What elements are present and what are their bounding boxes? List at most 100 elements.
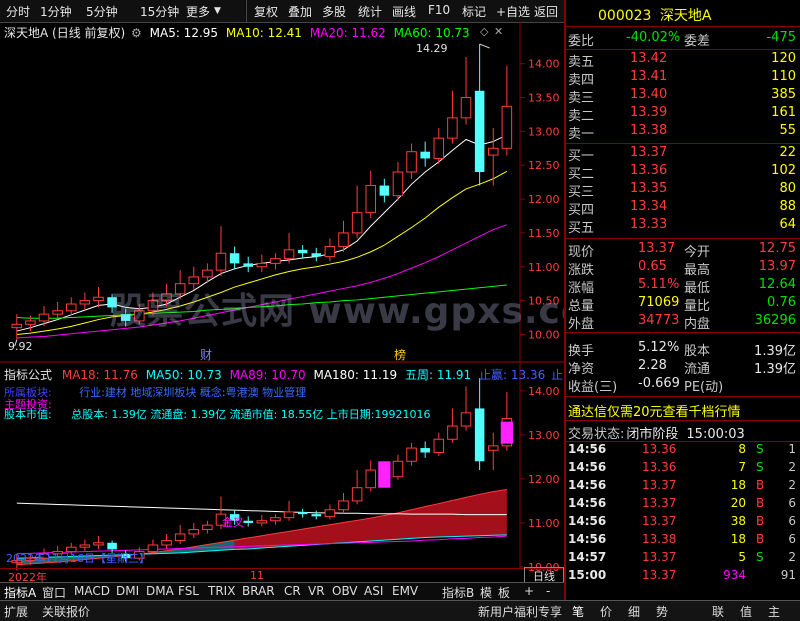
stat-label: 流通	[684, 362, 711, 377]
candle-body	[311, 253, 322, 257]
promo-link[interactable]: 新用户福利专享	[478, 603, 562, 620]
date-label: 2022年11月16日【星期三】	[6, 552, 150, 565]
stat-row: 净资 2.28 流通 1.39亿	[566, 358, 800, 377]
tab-indicator-a[interactable]: 指标A	[4, 584, 36, 601]
tick-side: B	[756, 478, 765, 492]
tab-15min[interactable]: 15分钟	[140, 3, 179, 20]
tab-dmi[interactable]: DMI	[116, 584, 139, 598]
sell-volume: 385	[771, 87, 796, 102]
stat-row: 收益(三) -0.669 PE(动)	[566, 376, 800, 395]
tab-1min[interactable]: 1分钟	[40, 3, 72, 20]
candle-body	[392, 460, 404, 478]
tick-row: 14:56 13.37 20 B 6	[566, 496, 800, 514]
mark-button[interactable]: 标记	[462, 3, 486, 20]
tab-minute[interactable]: 分时	[6, 3, 30, 20]
trade-status-row: 交易状态: 闭市阶段 15:00:03	[568, 423, 745, 442]
ma50-label: MA50: 10.73	[145, 368, 222, 382]
stock-name: 深天地A	[659, 8, 712, 24]
zoom-out-button[interactable]: -	[546, 584, 550, 598]
overlay-button[interactable]: 叠加	[288, 3, 312, 20]
diamond-icon[interactable]: ◇	[480, 25, 488, 38]
cap-text: 总股本: 1.39亿 流通盘: 1.39亿 流通市值: 18.55亿 上市日期:…	[71, 408, 431, 421]
trend-icon[interactable]: 势	[656, 603, 668, 620]
chevron-down-icon[interactable]: ▼	[214, 6, 221, 16]
rank-marker[interactable]: 榜	[394, 348, 406, 362]
upgrade-ad[interactable]: 通达信仅需20元查看千档行情	[568, 401, 741, 420]
candle-body	[215, 252, 227, 271]
tab-brar[interactable]: BRAR	[242, 584, 275, 598]
stat-row: 现价 13.37 今开 12.75	[566, 241, 800, 260]
tab-vr[interactable]: VR	[308, 584, 325, 598]
draw-button[interactable]: 画线	[392, 3, 416, 20]
value-icon[interactable]: 值	[740, 603, 752, 620]
footer-bar: 扩展 关联报价 新用户福利专享 笔 价 细 势 联 值 主	[0, 600, 800, 621]
tick-row: 14:56 13.38 18 B 6	[566, 532, 800, 550]
buy-volume: 102	[771, 163, 796, 178]
tab-more[interactable]: 更多	[186, 3, 210, 20]
stat-value: 1.39亿	[754, 344, 796, 359]
link-icon[interactable]: 联	[712, 603, 724, 620]
close-icon[interactable]: ✕	[494, 25, 503, 38]
candle-body	[406, 447, 417, 462]
tab-cr[interactable]: CR	[284, 584, 301, 598]
y-tick-label: 13.00	[528, 429, 560, 442]
detail-icon[interactable]: 细	[628, 603, 640, 620]
tab-fsl[interactable]: FSL	[178, 584, 199, 598]
tab-macd[interactable]: MACD	[74, 584, 110, 598]
zoom-in-button[interactable]: +	[524, 584, 534, 598]
tick-volume: 934	[723, 568, 746, 582]
tab-5min[interactable]: 5分钟	[86, 3, 118, 20]
tab-emv[interactable]: EMV	[392, 584, 418, 598]
chart-title: 深天地A (日线 前复权)	[4, 26, 126, 40]
sub-chart-legend: 指标公式 MA18: 11.76 MA50: 10.73 MA89: 10.70…	[4, 366, 563, 383]
price-icon[interactable]: 价	[600, 603, 612, 620]
finance-marker[interactable]: 财	[200, 348, 212, 362]
candle-body	[433, 438, 445, 453]
tab-trix[interactable]: TRIX	[208, 584, 235, 598]
buy-price: 13.36	[630, 163, 668, 178]
stat-row: 总量 71069 量比 0.76	[566, 295, 800, 314]
tab-board[interactable]: 板	[498, 584, 510, 601]
adjust-button[interactable]: 复权	[254, 3, 278, 20]
sell-label: 卖三	[568, 91, 595, 106]
indicator-tab-bar: 指标A 窗口 MACD DMI DMA FSL TRIX BRAR CR VR …	[0, 582, 564, 601]
ratio-row: 委比 -40.02% 委差 -475	[566, 30, 800, 49]
sell-label: 卖二	[568, 109, 595, 124]
tick-volume: 20	[730, 496, 746, 510]
tab-asi[interactable]: ASI	[364, 584, 383, 598]
stat-value: 36296	[754, 313, 796, 328]
tick-time: 14:56	[568, 460, 607, 474]
f10-button[interactable]: F10	[428, 3, 450, 17]
stat-value: 12.75	[758, 241, 796, 256]
time-axis: 2022年 11	[0, 568, 564, 584]
main-icon[interactable]: 主	[768, 603, 780, 620]
back-button[interactable]: 返回	[534, 3, 558, 20]
stat-label: PE(动)	[684, 380, 724, 395]
tab-window[interactable]: 窗口	[42, 584, 66, 601]
tab-obv[interactable]: OBV	[332, 584, 358, 598]
tab-indicator-b[interactable]: 指标B	[442, 584, 474, 601]
buy-volume: 80	[779, 181, 796, 196]
y-tick-label: 12.00	[528, 193, 560, 206]
tick-row: 14:57 13.37 5 S 2	[566, 550, 800, 568]
related-quotes-button[interactable]: 关联报价	[42, 603, 90, 620]
period-label[interactable]: 日线	[524, 567, 564, 583]
ma60-label: MA60: 10.73	[393, 26, 470, 40]
candle-body	[406, 151, 417, 173]
sell-row: 卖四 13.41 110	[566, 69, 800, 88]
tab-dma[interactable]: DMA	[146, 584, 174, 598]
stats-button[interactable]: 统计	[358, 3, 382, 20]
tick-detail-icon[interactable]: 笔	[572, 603, 584, 620]
add-favorite-button[interactable]: +自选	[496, 3, 530, 20]
multi-stock-button[interactable]: 多股	[322, 3, 346, 20]
tick-side: B	[756, 496, 765, 510]
expand-button[interactable]: 扩展	[4, 603, 28, 620]
candle-body	[311, 514, 322, 517]
settings-icon[interactable]: ⚙	[131, 26, 142, 40]
tab-model[interactable]: 模	[480, 584, 492, 601]
stat-label: 股本	[684, 344, 711, 359]
candle-body	[351, 212, 363, 234]
diff-value: -475	[766, 30, 796, 45]
indicator-title[interactable]: 指标公式	[4, 368, 52, 382]
candle-body	[324, 509, 336, 517]
